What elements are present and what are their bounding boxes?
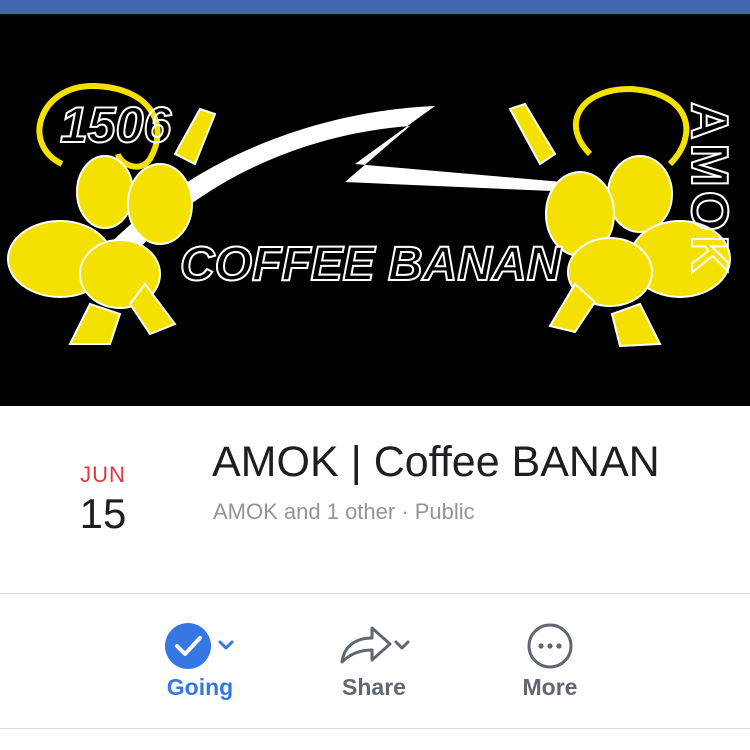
cover-artwork: 1506 COFFEE BANAN AMOK — [0, 14, 750, 406]
going-label: Going — [166, 674, 234, 700]
event-day: 15 — [79, 490, 127, 537]
event-cover-photo[interactable]: 1506 COFFEE BANAN AMOK — [0, 14, 750, 406]
share-button[interactable]: Share — [309, 622, 439, 701]
event-month: JUN — [80, 462, 126, 487]
checkmark-circle-icon — [165, 623, 234, 669]
event-hosts-privacy[interactable]: AMOK and 1 other · Public — [213, 499, 475, 525]
going-button[interactable]: Going — [135, 622, 265, 701]
bottom-divider — [0, 728, 750, 729]
cover-center-text: COFFEE BANAN — [180, 238, 563, 291]
divider — [0, 593, 750, 594]
more-dots-icon — [527, 623, 573, 669]
event-date: JUN 15 — [60, 462, 146, 538]
cover-side-text: AMOK — [680, 102, 738, 277]
share-label: Share — [342, 674, 406, 700]
event-title: AMOK | Coffee BANAN — [212, 438, 660, 486]
more-label: More — [522, 674, 578, 700]
cover-number-text: 1506 — [60, 97, 172, 153]
share-arrow-icon — [340, 626, 410, 664]
chevron-down-icon — [218, 640, 234, 650]
chevron-down-icon — [394, 640, 410, 650]
more-button[interactable]: More — [485, 622, 615, 701]
status-bar — [0, 0, 750, 14]
